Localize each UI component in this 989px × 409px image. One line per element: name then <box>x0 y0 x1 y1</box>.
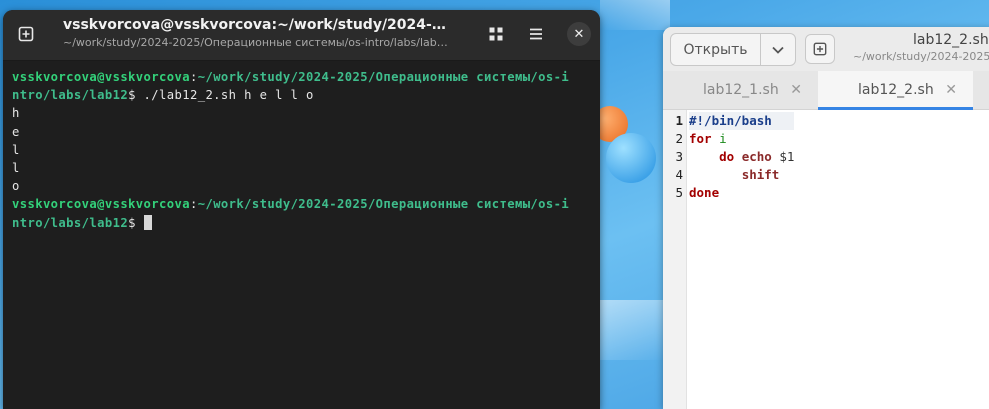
terminal-title-block: vsskvorcova@vsskvorcova:~/work/study/202… <box>63 17 450 49</box>
code-line: shift <box>741 167 780 182</box>
terminal-prompt-line[interactable]: ntro/labs/lab12$ <box>12 214 591 232</box>
terminal-line: o <box>12 179 20 194</box>
terminal-line: ntro/labs/lab12$ ./lab12_2.sh h e l l o <box>12 88 314 103</box>
text-cursor <box>143 214 152 230</box>
terminal-line: l <box>12 160 20 175</box>
new-tab-button[interactable] <box>11 20 41 48</box>
view-tabs-button[interactable] <box>481 20 511 48</box>
terminal-output[interactable]: vsskvorcova@vsskvorcova:~/work/study/202… <box>3 61 600 239</box>
open-button-group: Открыть <box>670 33 796 66</box>
terminal-title: vsskvorcova@vsskvorcova:~/work/study/202… <box>63 17 450 33</box>
terminal-line: e <box>12 124 20 139</box>
terminal-header: vsskvorcova@vsskvorcova:~/work/study/202… <box>3 10 600 61</box>
menu-icon <box>530 28 542 40</box>
new-document-button[interactable] <box>805 34 835 64</box>
open-dropdown-button[interactable] <box>761 34 795 65</box>
line-number: 5 <box>675 185 683 200</box>
blue-orb <box>606 133 656 183</box>
tab-label: lab12_1.sh <box>703 82 779 98</box>
terminal-line: vsskvorcova@vsskvorcova:~/work/study/202… <box>12 197 570 212</box>
new-document-icon <box>813 42 827 56</box>
line-number: 1 <box>675 113 683 128</box>
line-number-gutter: 1 2 3 4 5 <box>663 110 687 409</box>
close-tab-icon[interactable]: ✕ <box>945 82 957 98</box>
editor-title-block: lab12_2.sh ~/work/study/2024-2025/ <box>853 32 989 63</box>
close-tab-icon[interactable]: ✕ <box>790 82 802 98</box>
tab-lab12-2[interactable]: lab12_2.sh ✕ <box>818 71 973 110</box>
editor-tabs: lab12_1.sh ✕ lab12_2.sh ✕ <box>663 71 989 110</box>
wallpaper-stripe <box>600 300 670 360</box>
tab-lab12-1[interactable]: lab12_1.sh ✕ <box>663 71 818 109</box>
text-editor-window[interactable]: Открыть lab12_2.sh ~/work/study/2024-202… <box>663 27 989 409</box>
terminal-line: l <box>12 142 20 157</box>
chevron-down-icon <box>772 46 784 54</box>
editor-title: lab12_2.sh <box>913 32 989 48</box>
terminal-window[interactable]: vsskvorcova@vsskvorcova:~/work/study/202… <box>3 10 600 409</box>
close-button[interactable]: ✕ <box>567 22 591 46</box>
line-number: 2 <box>675 131 683 146</box>
wallpaper-stripe <box>600 0 670 30</box>
line-number: 4 <box>675 167 683 182</box>
code-line: #!/bin/bash <box>689 112 795 130</box>
terminal-line: h <box>12 106 20 121</box>
terminal-subtitle: ~/work/study/2024-2025/Операционные сист… <box>63 36 450 49</box>
line-number: 3 <box>675 149 683 164</box>
grid-icon <box>489 27 503 41</box>
open-button[interactable]: Открыть <box>671 34 761 65</box>
editor-header: Открыть lab12_2.sh ~/work/study/2024-202… <box>663 27 989 71</box>
code-line: for i <box>689 131 727 146</box>
tab-label: lab12_2.sh <box>858 82 934 98</box>
code-line: do echo $1 <box>719 149 795 164</box>
code-line: done <box>689 185 720 200</box>
editor-subtitle: ~/work/study/2024-2025/ <box>853 50 989 63</box>
new-tab-icon <box>18 26 34 42</box>
menu-button[interactable] <box>521 20 551 48</box>
terminal-line: vsskvorcova@vsskvorcova:~/work/study/202… <box>12 70 570 84</box>
code-area[interactable]: 1 2 3 4 5 #!/bin/bash for i do echo $1 s… <box>663 110 989 409</box>
close-icon: ✕ <box>573 26 585 42</box>
source-text[interactable]: #!/bin/bash for i do echo $1 shift done <box>687 110 795 409</box>
